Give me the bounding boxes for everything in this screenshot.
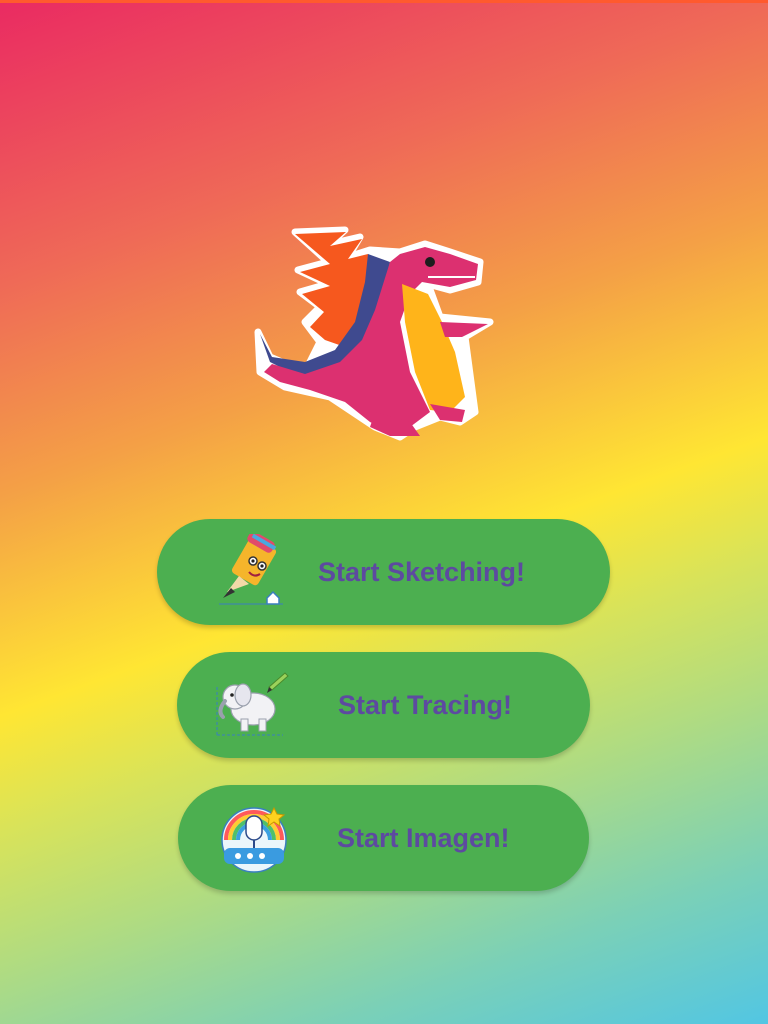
dragon-mascot-icon <box>254 226 494 441</box>
pencil-character-icon <box>219 534 283 605</box>
elephant-tracing-icon <box>216 672 289 736</box>
start-tracing-label: Start Tracing! <box>338 690 513 720</box>
start-tracing-button[interactable]: Start Tracing! <box>177 652 590 758</box>
start-imagen-label: Start Imagen! <box>337 823 510 853</box>
microphone-rainbow-icon <box>221 806 287 873</box>
top-accent-strip <box>0 0 768 3</box>
start-sketching-label: Start Sketching! <box>318 557 526 587</box>
start-sketching-button[interactable]: Start Sketching! <box>157 519 610 625</box>
start-imagen-button[interactable]: Start Imagen! <box>178 785 589 891</box>
